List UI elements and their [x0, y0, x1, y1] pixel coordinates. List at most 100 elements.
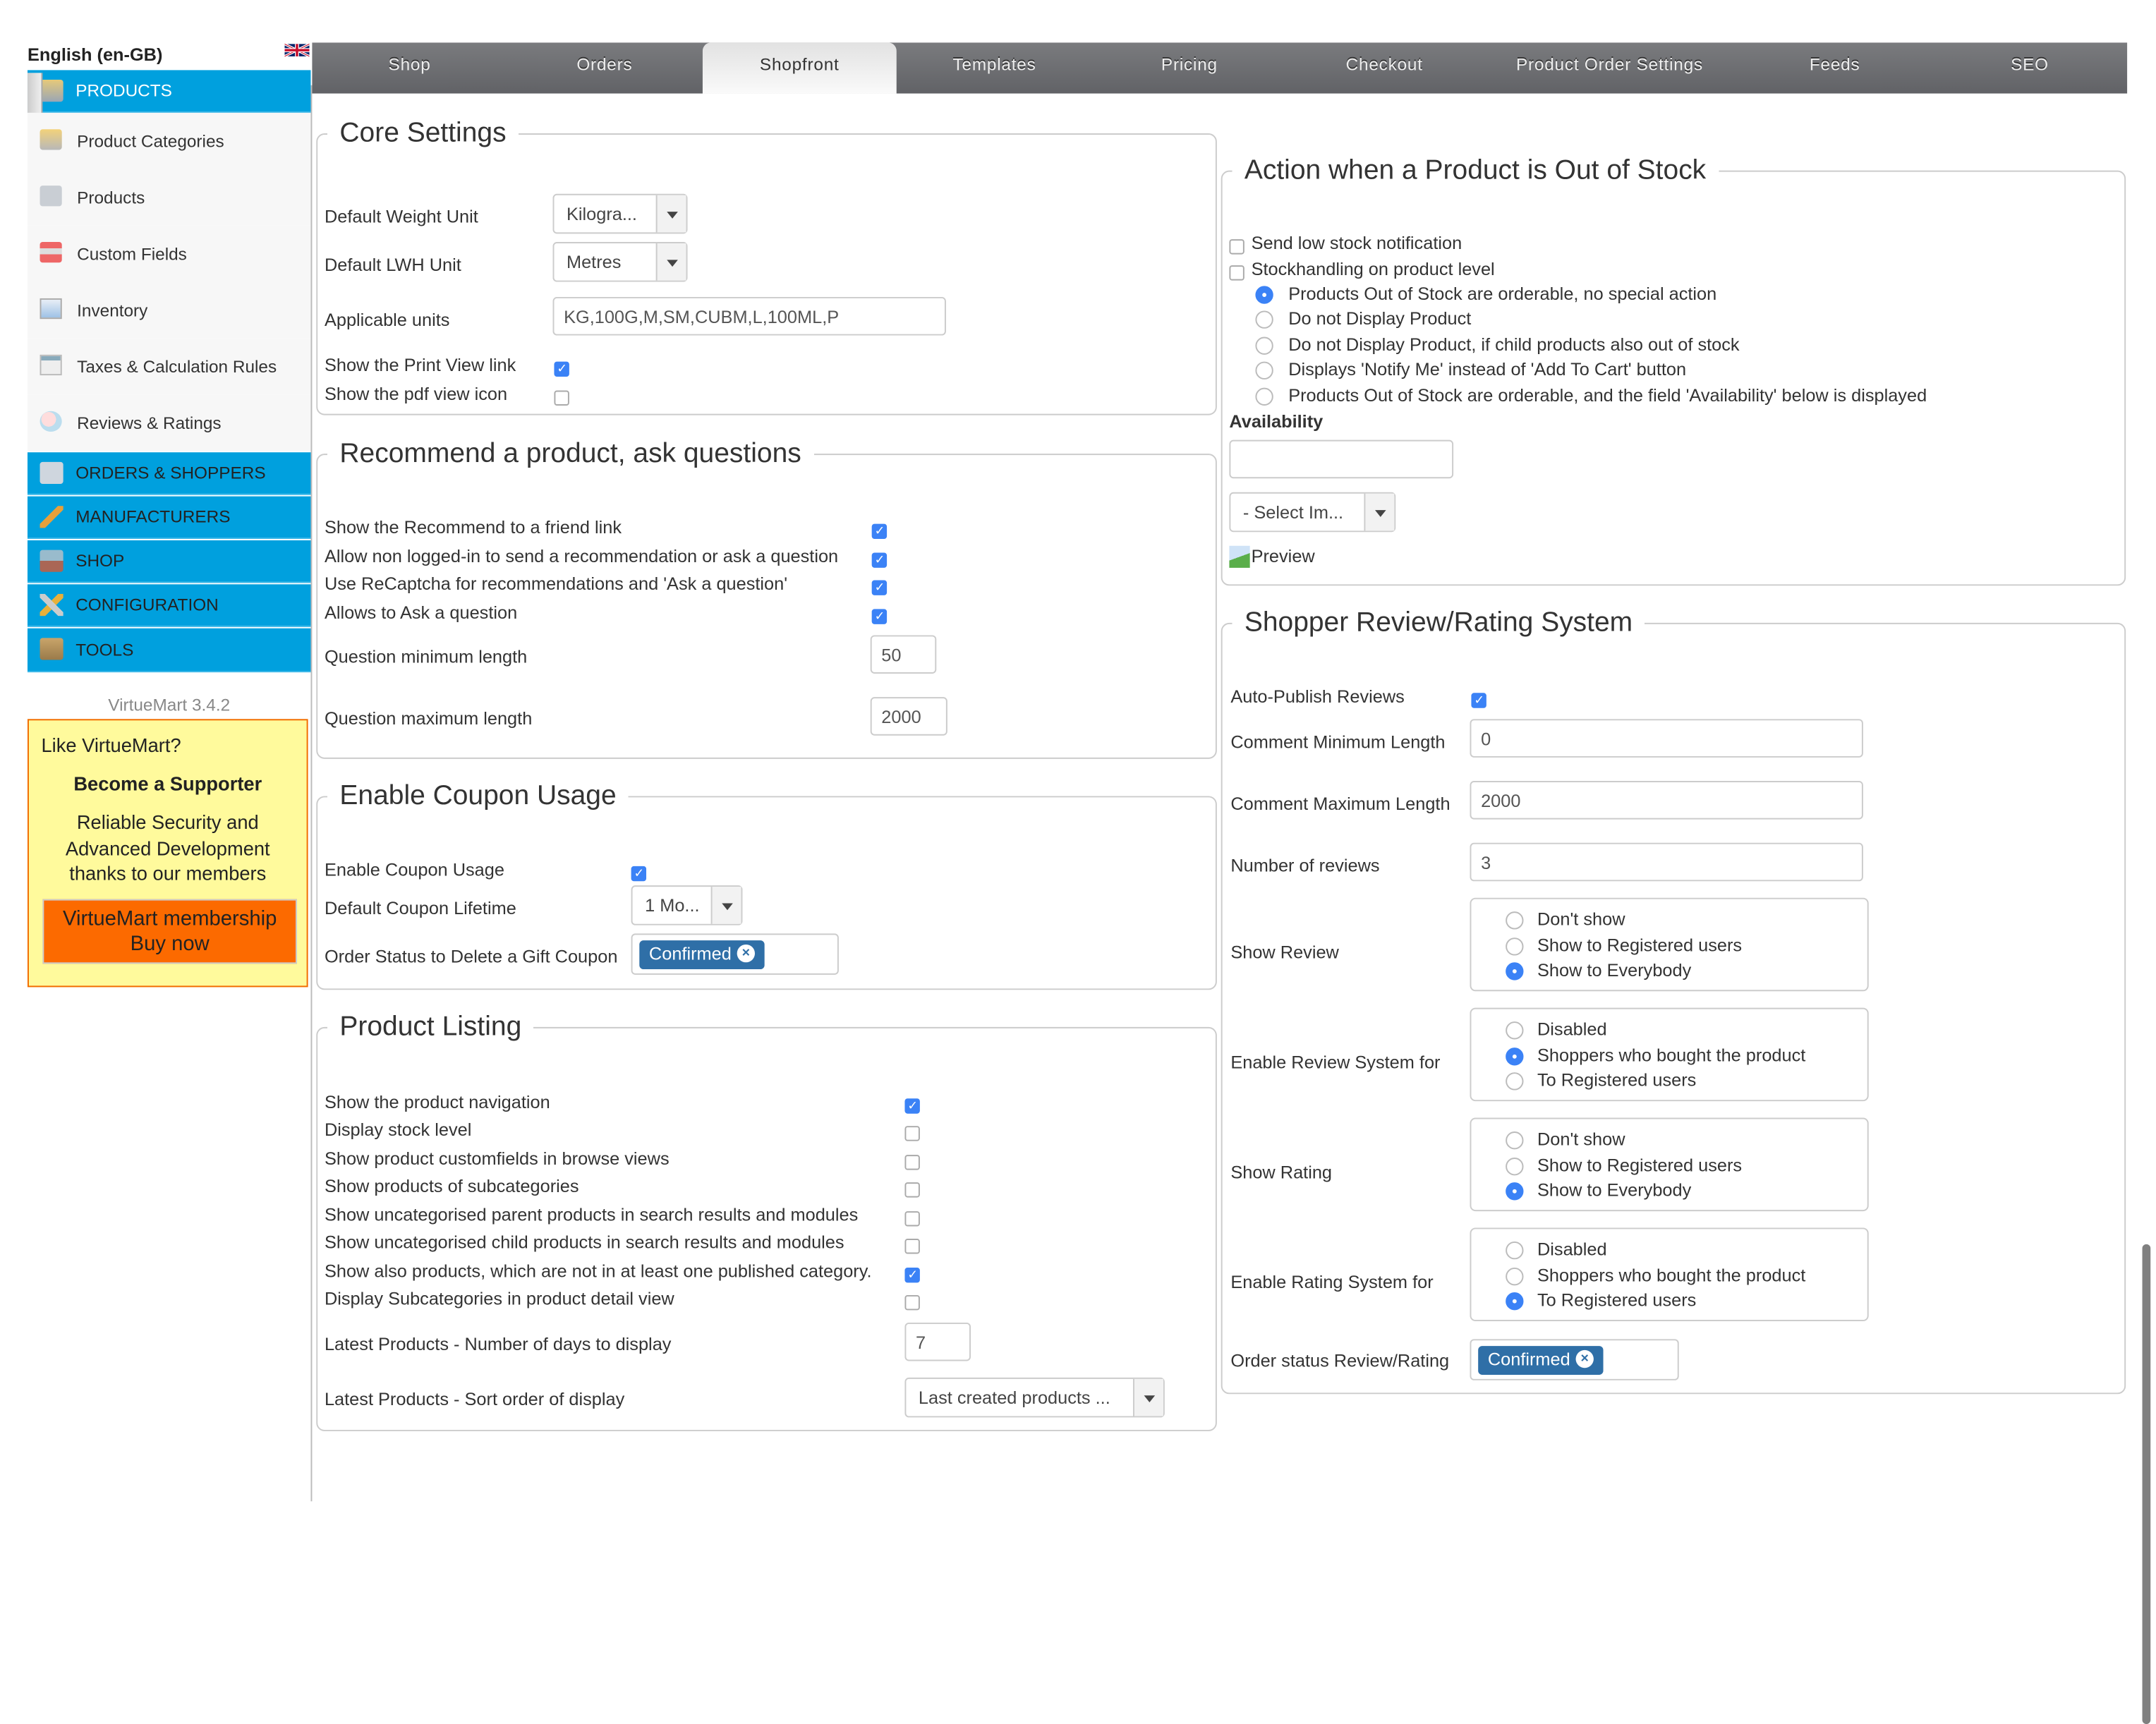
print-view-label: Show the Print View link: [324, 354, 516, 376]
latest-days-input[interactable]: 7: [904, 1322, 971, 1361]
enable-coupon-checkbox[interactable]: [631, 866, 647, 882]
oos-radio-orderable[interactable]: [1255, 286, 1273, 304]
low-stock-checkbox[interactable]: [1229, 239, 1244, 255]
buy-membership-button[interactable]: VirtueMart membership Buy now: [42, 899, 297, 964]
recommend-friend-label: Show the Recommend to a friend link: [324, 516, 622, 538]
customfields-browse-checkbox[interactable]: [904, 1155, 920, 1170]
applicable-units-input[interactable]: KG,100G,M,SM,CUBM,L,100ML,P: [552, 296, 946, 336]
buy-button-line2: Buy now: [130, 932, 210, 956]
core-settings-title: Core Settings: [339, 118, 507, 149]
sidebar-item-products[interactable]: Products: [27, 169, 311, 226]
radio-label: Shoppers who bought the product: [1537, 1265, 1806, 1286]
broken-image-icon: [1229, 545, 1250, 568]
sidebar-section-label: SHOP: [75, 551, 125, 571]
review-rating-title: Shopper Review/Rating System: [1244, 607, 1633, 638]
close-icon[interactable]: ×: [1575, 1349, 1594, 1368]
tab-product-order-settings[interactable]: Product Order Settings: [1482, 42, 1737, 93]
latest-sort-value: Last created products ...: [918, 1387, 1110, 1408]
sidebar-section-label: ORDERS & SHOPPERS: [75, 463, 266, 483]
oos-radio-hide-child[interactable]: [1255, 336, 1273, 355]
availability-label: Availability: [1229, 411, 1324, 432]
show-review-radio-dont[interactable]: [1506, 911, 1524, 930]
review-system-radio-buyers[interactable]: [1506, 1048, 1524, 1066]
uncategorised-parent-checkbox[interactable]: [904, 1211, 920, 1227]
tab-pricing[interactable]: Pricing: [1092, 42, 1287, 93]
product-navigation-checkbox[interactable]: [904, 1098, 920, 1114]
ask-question-checkbox[interactable]: [871, 609, 888, 624]
comment-min-input[interactable]: 0: [1470, 719, 1863, 758]
oos-option-label: Products Out of Stock are orderable, and…: [1288, 384, 1927, 406]
listing-check-label: Show uncategorised parent products in se…: [324, 1204, 859, 1225]
weight-unit-value: Kilogra...: [566, 203, 637, 224]
sidebar-item-taxes[interactable]: Taxes & Calculation Rules: [27, 338, 311, 395]
sidebar-section-configuration[interactable]: CONFIGURATION: [27, 584, 311, 627]
rating-system-radio-registered[interactable]: [1506, 1292, 1524, 1311]
latest-sort-label: Latest Products - Sort order of display: [324, 1388, 625, 1409]
weight-unit-select[interactable]: Kilogra...: [552, 193, 688, 234]
sidebar-section-shop[interactable]: SHOP: [27, 540, 311, 583]
product-level-checkbox[interactable]: [1229, 265, 1244, 281]
recaptcha-checkbox[interactable]: [871, 580, 888, 595]
subcategory-products-checkbox[interactable]: [904, 1182, 920, 1198]
show-review-radio-registered[interactable]: [1506, 937, 1524, 956]
sidebar-section-manufacturers[interactable]: MANUFACTURERS: [27, 496, 311, 540]
latest-sort-select[interactable]: Last created products ...: [904, 1377, 1165, 1418]
listing-check-label: Show product customfields in browse view…: [324, 1148, 670, 1169]
oos-radio-notify[interactable]: [1255, 361, 1273, 380]
tab-orders[interactable]: Orders: [507, 42, 702, 93]
stock-level-checkbox[interactable]: [904, 1126, 920, 1141]
subcategories-detail-checkbox[interactable]: [904, 1294, 920, 1311]
tab-seo[interactable]: SEO: [1932, 42, 2127, 93]
sidebar-item-custom-fields[interactable]: Custom Fields: [27, 225, 311, 282]
rating-system-radio-disabled[interactable]: [1506, 1241, 1524, 1260]
promo-body: Reliable Security and Advanced Developme…: [65, 811, 270, 885]
sidebar-item-product-categories[interactable]: Product Categories: [27, 112, 311, 169]
question-max-label: Question maximum length: [324, 708, 533, 729]
delete-coupon-status-select[interactable]: Confirmed ×: [631, 933, 839, 975]
unpublished-category-checkbox[interactable]: [904, 1267, 920, 1283]
question-max-input[interactable]: 2000: [870, 697, 947, 736]
tab-templates[interactable]: Templates: [897, 42, 1091, 93]
order-status-review-select[interactable]: Confirmed ×: [1470, 1339, 1679, 1380]
uk-flag-icon[interactable]: [284, 41, 310, 59]
show-rating-radio-dont[interactable]: [1506, 1131, 1524, 1150]
applicable-units-label: Applicable units: [324, 309, 450, 330]
uncategorised-child-checkbox[interactable]: [904, 1239, 920, 1254]
review-system-radio-disabled[interactable]: [1506, 1021, 1524, 1040]
availability-image-select[interactable]: - Select Im...: [1229, 492, 1396, 533]
num-reviews-input[interactable]: 3: [1470, 842, 1863, 882]
sidebar-item-inventory[interactable]: Inventory: [27, 281, 311, 339]
show-review-radio-everybody[interactable]: [1506, 962, 1524, 981]
review-system-radio-registered[interactable]: [1506, 1072, 1524, 1091]
availability-input[interactable]: [1229, 439, 1454, 479]
close-icon[interactable]: ×: [737, 944, 755, 963]
sidebar-item-reviews[interactable]: Reviews & Ratings: [27, 394, 311, 451]
promo-question: Like VirtueMart?: [41, 734, 181, 756]
print-view-checkbox[interactable]: [554, 361, 569, 377]
coupon-lifetime-select[interactable]: 1 Mo...: [631, 885, 743, 925]
tab-shop[interactable]: Shop: [312, 42, 507, 93]
page-scrollbar[interactable]: [2142, 1244, 2151, 1724]
rating-system-radio-buyers[interactable]: [1506, 1267, 1524, 1286]
question-min-input[interactable]: 50: [870, 635, 937, 674]
tab-feeds[interactable]: Feeds: [1738, 42, 1932, 93]
non-logged-in-checkbox[interactable]: [871, 552, 888, 568]
products-icon: [40, 80, 63, 102]
auto-publish-checkbox[interactable]: [1471, 693, 1486, 708]
oos-option-label: Do not Display Product, if child product…: [1288, 334, 1740, 355]
pdf-icon-label: Show the pdf view icon: [324, 383, 508, 405]
sidebar-section-products[interactable]: PRODUCTS: [27, 70, 311, 113]
oos-radio-hide[interactable]: [1255, 310, 1273, 329]
show-rating-group: Don't show Show to Registered users Show…: [1470, 1117, 1869, 1212]
comment-max-input[interactable]: 2000: [1470, 781, 1863, 820]
lwh-unit-select[interactable]: Metres: [552, 242, 688, 282]
pdf-icon-checkbox[interactable]: [554, 390, 569, 406]
sidebar-section-orders[interactable]: ORDERS & SHOPPERS: [27, 452, 311, 495]
tab-shopfront[interactable]: Shopfront: [702, 42, 897, 94]
show-rating-radio-registered[interactable]: [1506, 1158, 1524, 1176]
tab-checkout[interactable]: Checkout: [1287, 42, 1482, 93]
recommend-friend-checkbox[interactable]: [871, 523, 888, 540]
oos-radio-availability[interactable]: [1255, 387, 1273, 406]
sidebar-section-tools[interactable]: TOOLS: [27, 628, 311, 673]
show-rating-radio-everybody[interactable]: [1506, 1182, 1524, 1201]
